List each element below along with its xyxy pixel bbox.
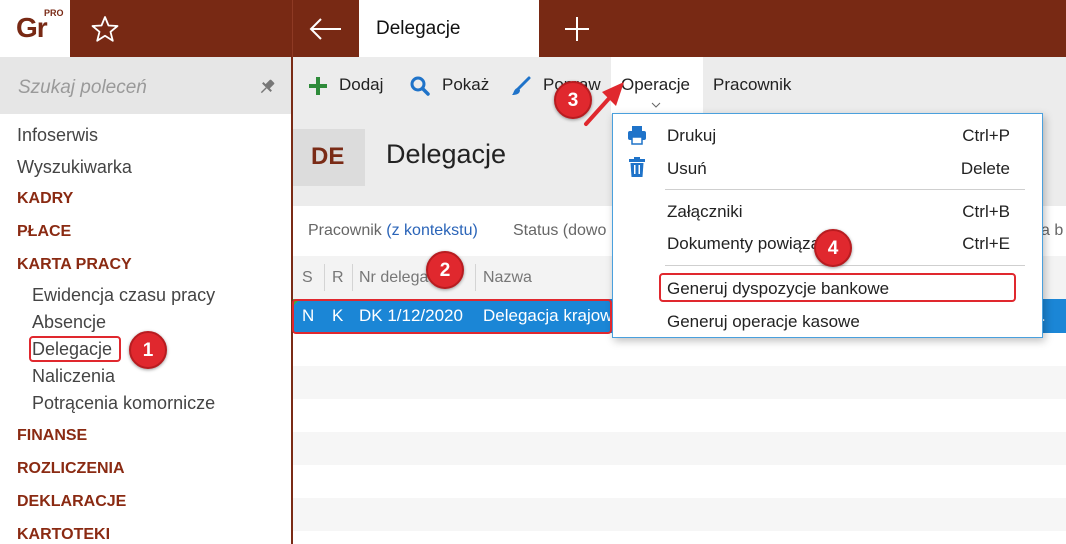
plus-icon[interactable]	[307, 75, 329, 97]
column-divider	[352, 264, 353, 291]
filter-fragment[interactable]: a b	[1041, 222, 1063, 240]
toolbar: Dodaj Pokaż Popraw Operacje Pracownik	[293, 57, 1066, 114]
annotation-arrow-icon	[584, 82, 624, 126]
column-r[interactable]: R	[332, 269, 344, 287]
step-badge-2: 2	[426, 251, 464, 289]
page-title: Delegacje	[386, 139, 507, 169]
menu-item-attachments[interactable]: Załączniki	[667, 202, 743, 222]
sidebar-section-kadry[interactable]: KADRY	[17, 190, 73, 208]
menu-divider	[665, 189, 1025, 190]
sidebar-section-finanse[interactable]: FINANSE	[17, 427, 87, 445]
shortcut-related-documents: Ctrl+E	[962, 234, 1010, 253]
employee-filter-context[interactable]: (z kontekstu)	[386, 222, 478, 239]
highlight-delegacje	[29, 336, 121, 362]
column-divider	[324, 264, 325, 291]
column-divider	[475, 264, 476, 291]
employee-filter-label: Pracownik	[308, 222, 382, 239]
tab-label: Delegacje	[376, 18, 461, 39]
sidebar-section-deklaracje[interactable]: DEKLARACJE	[17, 493, 126, 511]
search-input[interactable]: Szukaj poleceń	[18, 77, 147, 99]
sidebar-item-potracenia[interactable]: Potrącenia komornicze	[32, 393, 215, 414]
sidebar-section-karta-pracy[interactable]: KARTA PRACY	[17, 256, 132, 274]
operations-dropdown: Drukuj Ctrl+P Usuń Delete Załączniki Ctr…	[612, 113, 1043, 338]
menu-item-related-documents[interactable]: Dokumenty powiązane	[667, 234, 839, 254]
logo-text: Gr	[16, 12, 48, 43]
shortcut-delete: Delete	[960, 159, 1010, 178]
command-search[interactable]: Szukaj poleceń	[0, 57, 291, 114]
app-logo[interactable]: Gr PRO	[0, 0, 70, 57]
sidebar-item-naliczenia[interactable]: Naliczenia	[32, 366, 115, 387]
menu-item-delete[interactable]: Usuń	[667, 159, 707, 179]
table-row[interactable]	[293, 399, 1066, 432]
table-row[interactable]	[293, 366, 1066, 399]
operations-label: Operacje	[621, 75, 690, 94]
sidebar-item-infoserwis[interactable]: Infoserwis	[17, 125, 98, 146]
search-icon[interactable]	[409, 75, 431, 97]
brush-icon[interactable]	[510, 75, 532, 97]
column-s[interactable]: S	[302, 269, 313, 287]
shortcut-attachments: Ctrl+B	[962, 202, 1010, 221]
pin-icon[interactable]	[257, 77, 277, 97]
topbar-divider	[292, 0, 293, 57]
table-row[interactable]	[293, 465, 1066, 498]
sidebar-section-kartoteki[interactable]: KARTOTEKI	[17, 526, 110, 544]
table-row[interactable]	[293, 432, 1066, 465]
add-button[interactable]: Dodaj	[339, 75, 383, 95]
highlight-row	[292, 299, 612, 334]
sidebar-item-wyszukiwarka[interactable]: Wyszukiwarka	[17, 157, 132, 178]
sidebar-item-absencje[interactable]: Absencje	[32, 312, 106, 333]
logo-pro-badge: PRO	[44, 8, 64, 18]
top-bar: Gr PRO Delegacje	[0, 0, 1066, 57]
sidebar-section-place[interactable]: PŁACE	[17, 223, 71, 241]
step-badge-4: 4	[814, 229, 852, 267]
highlight-bank-orders	[659, 273, 1016, 302]
sidebar-section-rozliczenia[interactable]: ROZLICZENIA	[17, 460, 125, 478]
menu-item-generate-cash-operations[interactable]: Generuj operacje kasowe	[667, 312, 860, 332]
shortcut-print: Ctrl+P	[962, 126, 1010, 145]
menu-divider	[665, 265, 1025, 266]
star-icon[interactable]	[88, 12, 122, 46]
menu-item-print[interactable]: Drukuj	[667, 126, 716, 146]
status-filter[interactable]: Status (dowo	[513, 222, 606, 240]
chevron-down-icon	[651, 102, 661, 108]
employee-filter[interactable]: Pracownik (z kontekstu)	[308, 222, 478, 240]
sidebar-item-ewidencja[interactable]: Ewidencja czasu pracy	[32, 285, 215, 306]
step-badge-1: 1	[129, 331, 167, 369]
module-badge: DE	[293, 129, 365, 186]
module-badge-text: DE	[311, 143, 345, 170]
add-tab-icon[interactable]	[560, 12, 594, 46]
trash-icon	[629, 157, 645, 177]
table-row[interactable]	[293, 531, 1066, 544]
table-row[interactable]	[293, 498, 1066, 531]
back-arrow-icon[interactable]	[304, 12, 346, 46]
employee-button[interactable]: Pracownik	[713, 75, 791, 95]
tab-delegacje[interactable]: Delegacje	[359, 0, 539, 57]
column-name[interactable]: Nazwa	[483, 269, 532, 287]
sidebar: Szukaj poleceń Infoserwis Wyszukiwarka K…	[0, 57, 291, 544]
show-button[interactable]: Pokaż	[442, 75, 489, 95]
